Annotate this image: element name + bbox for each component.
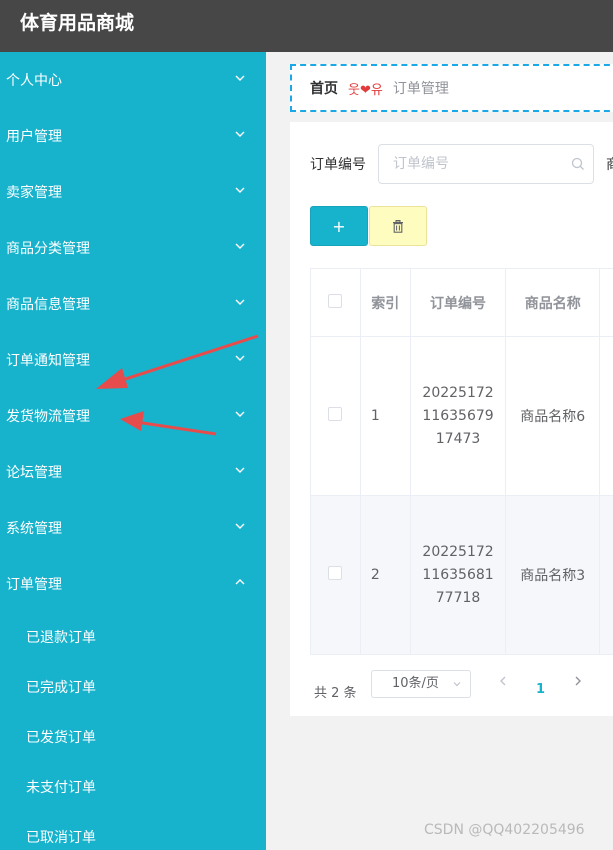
- chevron-down-icon: [453, 682, 461, 687]
- app-title: 体育用品商城: [20, 12, 135, 34]
- submenu-item-unpaid-orders[interactable]: 未支付订单: [0, 762, 266, 812]
- next-page-icon[interactable]: [571, 674, 585, 688]
- chevron-up-icon: [235, 579, 245, 585]
- submenu-item-label: 已发货订单: [26, 730, 96, 746]
- row-cut-cell: [599, 336, 613, 496]
- breadcrumb-home[interactable]: 首页: [310, 78, 338, 98]
- row-index: 2: [359, 495, 411, 655]
- chevron-down-icon: [235, 187, 245, 193]
- sidebar-item-label: 个人中心: [6, 73, 62, 89]
- submenu-item-label: 已退款订单: [26, 630, 96, 646]
- breadcrumb-separator: 웃❤유: [348, 82, 383, 98]
- content-panel: 订单编号 商 + 索引 订单编号 商品名称: [290, 122, 613, 716]
- table-header-row: 索引 订单编号 商品名称: [310, 268, 613, 337]
- submenu-item-shipped-orders[interactable]: 已发货订单: [0, 712, 266, 762]
- sidebar-item-label: 订单管理: [6, 577, 62, 593]
- watermark: CSDN @QQ402205496: [424, 822, 585, 838]
- sidebar-item-label: 用户管理: [6, 129, 62, 145]
- sidebar-item-label: 卖家管理: [6, 185, 62, 201]
- breadcrumb-current: 订单管理: [392, 81, 449, 97]
- sidebar-item-shipping-logistics[interactable]: 发货物流管理: [0, 388, 266, 444]
- submenu-item-label: 未支付订单: [26, 780, 96, 796]
- product-search-label: 商: [606, 154, 613, 174]
- order-number-text: 202251721163568177718: [422, 543, 494, 606]
- sidebar-item-sellers[interactable]: 卖家管理: [0, 164, 266, 220]
- row-product-name: 商品名称3: [505, 495, 601, 655]
- page-size-select[interactable]: 10条/页: [371, 670, 471, 698]
- chevron-down-icon: [235, 355, 245, 361]
- header-index: 索引: [359, 268, 411, 337]
- table-row[interactable]: 2 202251721163568177718 商品名称3: [310, 495, 613, 655]
- sidebar-item-orders[interactable]: 订单管理: [0, 556, 266, 612]
- row-order-number: 202251721163568177718: [409, 495, 507, 655]
- sidebar: 个人中心 用户管理 卖家管理 商品分类管理 商品信息管理 订单通知管理 发货物流…: [0, 52, 266, 850]
- header-order-number: 订单编号: [409, 268, 507, 337]
- sidebar-item-product-categories[interactable]: 商品分类管理: [0, 220, 266, 276]
- row-order-number: 202251721163567917473: [409, 336, 507, 496]
- sidebar-item-order-notices[interactable]: 订单通知管理: [0, 332, 266, 388]
- chevron-down-icon: [235, 299, 245, 305]
- submenu-item-completed-orders[interactable]: 已完成订单: [0, 662, 266, 712]
- order-number-text: 202251721163567917473: [422, 384, 494, 447]
- orders-table: 索引 订单编号 商品名称 1 202251721163567917473 商品名…: [310, 268, 613, 655]
- row-cut-cell: [599, 495, 613, 655]
- trash-icon: [393, 219, 403, 233]
- submenu-item-label: 已完成订单: [26, 680, 96, 696]
- select-all-checkbox[interactable]: [328, 293, 343, 308]
- chevron-down-icon: [235, 243, 245, 249]
- sidebar-item-label: 商品分类管理: [6, 241, 90, 257]
- sidebar-item-product-info[interactable]: 商品信息管理: [0, 276, 266, 332]
- pagination: 共 2 条 10条/页 1: [314, 666, 613, 706]
- header-cut-column: [599, 268, 613, 337]
- row-product-name: 商品名称6: [505, 336, 601, 496]
- table-row[interactable]: 1 202251721163567917473 商品名称6: [310, 336, 613, 496]
- chevron-down-icon: [235, 467, 245, 473]
- chevron-down-icon: [235, 131, 245, 137]
- sidebar-item-personal-center[interactable]: 个人中心: [0, 52, 266, 108]
- sidebar-item-label: 系统管理: [6, 521, 62, 537]
- sidebar-item-users[interactable]: 用户管理: [0, 108, 266, 164]
- pagination-total: 共 2 条: [314, 686, 357, 701]
- sidebar-item-label: 订单通知管理: [6, 353, 90, 369]
- search-icon: [571, 157, 584, 170]
- page-size-value: 10条/页: [392, 676, 439, 691]
- row-index: 1: [359, 336, 411, 496]
- header-select-all[interactable]: [310, 268, 361, 337]
- sidebar-item-label: 商品信息管理: [6, 297, 90, 313]
- header-product-name: 商品名称: [505, 268, 601, 337]
- row-checkbox[interactable]: [328, 407, 343, 421]
- chevron-down-icon: [235, 523, 245, 529]
- search-label: 订单编号: [310, 157, 366, 173]
- sidebar-item-label: 发货物流管理: [6, 409, 90, 425]
- top-bar: 体育用品商城: [0, 0, 613, 52]
- order-number-search-input[interactable]: [378, 144, 594, 184]
- submenu-item-cancelled-orders[interactable]: 已取消订单: [0, 812, 266, 850]
- sidebar-item-system[interactable]: 系统管理: [0, 500, 266, 556]
- sidebar-item-forum[interactable]: 论坛管理: [0, 444, 266, 500]
- submenu-item-refunded-orders[interactable]: 已退款订单: [0, 612, 266, 662]
- submenu-item-label: 已取消订单: [26, 830, 96, 846]
- main-content: 首页 웃❤유 订单管理 订单编号 商 + 索引 订单编号 商品名称: [266, 52, 613, 850]
- row-checkbox[interactable]: [328, 566, 343, 580]
- add-button[interactable]: +: [310, 206, 368, 246]
- delete-button[interactable]: [369, 206, 427, 246]
- chevron-down-icon: [235, 411, 245, 417]
- chevron-down-icon: [235, 75, 245, 81]
- sidebar-item-label: 论坛管理: [6, 465, 62, 481]
- breadcrumb: 首页 웃❤유 订单管理: [290, 64, 613, 112]
- current-page[interactable]: 1: [536, 682, 545, 697]
- prev-page-icon[interactable]: [496, 674, 510, 688]
